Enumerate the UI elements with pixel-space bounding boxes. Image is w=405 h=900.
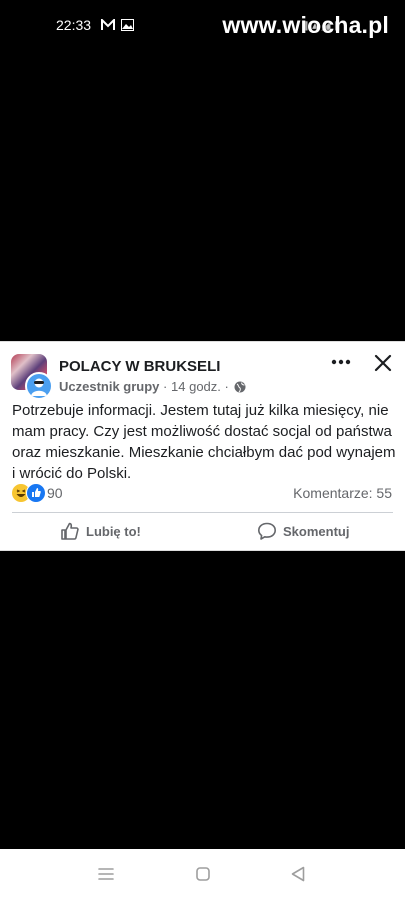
post-text: Potrzebuje informacji. Jestem tutaj już … [12,402,396,482]
mail-icon [101,19,115,30]
like-label: Lubię to! [86,523,141,539]
close-icon[interactable] [374,354,392,372]
status-bar: 22:33 ▮ ▴ ◢ ▮ www.wiocha.pl [0,0,405,50]
divider [12,512,393,513]
meta-separator: · [163,379,168,394]
menu-icon[interactable] [98,867,114,881]
navigation-bar [0,849,405,900]
comment-icon [258,522,276,540]
reactions-count: 90 [47,485,63,501]
post-card: POLACY W BRUKSELI Uczestnik grupy · 14 g… [0,341,405,551]
globe-icon [234,381,246,393]
author-role: Uczestnik grupy [59,379,160,394]
like-reaction-icon [26,483,46,503]
post-time[interactable]: 14 godz. [171,379,221,394]
more-options-icon[interactable] [330,354,352,370]
status-time: 22:33 [56,17,92,33]
comment-label: Skomentuj [283,523,350,539]
comments-count[interactable]: Komentarze: 55 [293,485,392,501]
post-meta: Uczestnik grupy · 14 godz. · [59,379,246,394]
back-icon[interactable] [291,866,305,882]
user-icon [31,378,47,396]
meta-separator: · [224,379,229,394]
home-icon[interactable] [196,867,210,881]
like-button[interactable]: Lubię to! [60,518,141,544]
group-name[interactable]: POLACY W BRUKSELI [59,358,220,375]
watermark: www.wiocha.pl [222,12,389,38]
thumbs-up-icon [61,522,79,540]
user-avatar[interactable] [25,372,53,400]
gallery-icon [121,19,134,31]
comment-button[interactable]: Skomentuj [257,518,349,544]
